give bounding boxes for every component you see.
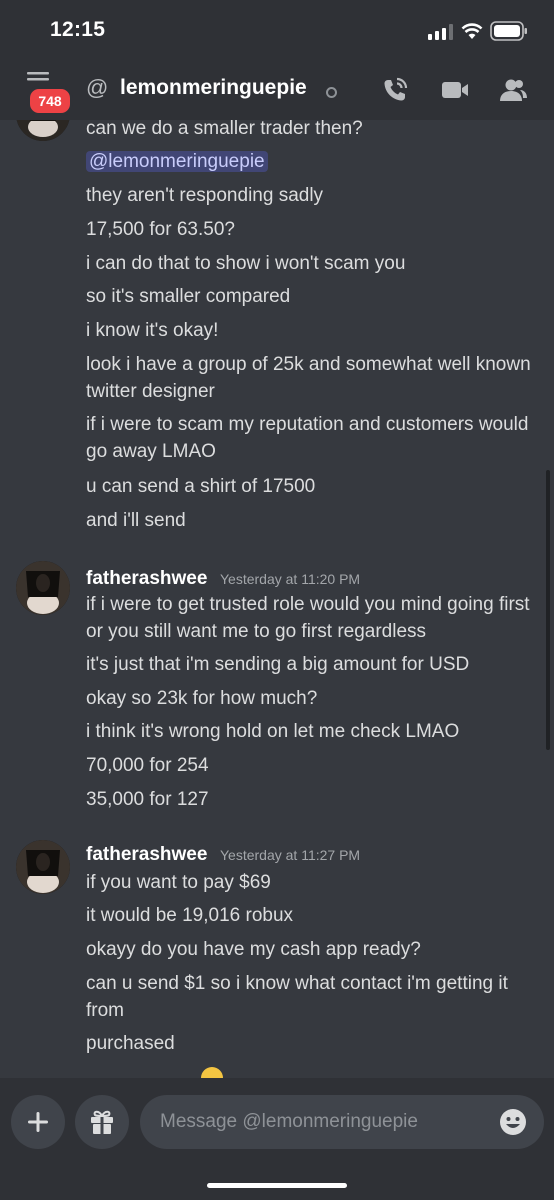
status-offline-icon (326, 87, 337, 98)
message-input-placeholder: Message @lemonmeringuepie (160, 1111, 418, 1132)
message-author[interactable]: fatherashwee (86, 843, 207, 867)
message-line: if i were to scam my reputation and cust… (86, 414, 529, 462)
channel-header: 748 @ lemonmeringuepie (0, 62, 554, 120)
cellular-signal-icon (428, 24, 453, 40)
message-line: i can do that to show i won't scam you (86, 253, 406, 274)
gift-button[interactable] (75, 1095, 129, 1149)
message-line: can u send $1 so i know what contact i'm… (86, 973, 508, 1021)
message-line: i think it's wrong hold on let me check … (86, 721, 460, 742)
avatar[interactable] (16, 561, 70, 615)
unread-badge: 748 (27, 86, 73, 116)
emoji-icon[interactable] (498, 1107, 528, 1137)
message-line: 35,000 for 127 (86, 789, 209, 810)
message-input[interactable]: Message @lemonmeringuepie (140, 1095, 544, 1149)
composer-bar: Message @lemonmeringuepie (0, 1078, 554, 1200)
message-line: u can send a shirt of 17500 (86, 476, 316, 497)
avatar[interactable] (16, 120, 70, 141)
video-camera-icon[interactable] (440, 75, 470, 105)
message-timestamp: Yesterday at 11:20 PM (220, 571, 361, 587)
message-line: it's just that i'm sending a big amount … (86, 654, 470, 675)
avatar[interactable] (16, 840, 70, 894)
message-line: can we do a smaller trader then? (86, 120, 363, 139)
message-list[interactable]: can we do a smaller trader then? @lemonm… (0, 120, 554, 1078)
gift-icon (91, 1110, 113, 1134)
message-line: so it's smaller compared (86, 286, 291, 307)
status-time: 12:15 (50, 18, 106, 41)
message-line: look i have a group of 25k and somewhat … (86, 354, 531, 402)
members-icon[interactable] (498, 75, 528, 105)
message-author[interactable]: fatherashwee (86, 567, 207, 591)
user-mention[interactable]: @lemonmeringuepie (86, 151, 268, 172)
message-line: i know it's okay! (86, 320, 219, 341)
emoji-partial-icon (201, 1067, 223, 1078)
status-bar: 12:15 (0, 0, 554, 62)
at-icon: @ (86, 75, 109, 100)
battery-icon (490, 21, 527, 41)
message-line: 70,000 for 254 (86, 755, 209, 776)
message-line: and i'll send (86, 510, 186, 531)
message-line: if i were to get trusted role would you … (86, 594, 530, 642)
home-indicator[interactable] (207, 1183, 347, 1188)
message-line: @lemonmeringuepie (86, 148, 536, 175)
scrollbar[interactable] (546, 470, 550, 750)
message-line: okay so 23k for how much? (86, 688, 318, 709)
message-line: 17,500 for 63.50? (86, 219, 235, 240)
message-line: it would be 19,016 robux (86, 905, 294, 926)
message-timestamp: Yesterday at 11:27 PM (220, 847, 361, 863)
wifi-icon (461, 23, 483, 39)
add-attachment-button[interactable] (11, 1095, 65, 1149)
plus-icon (28, 1112, 48, 1132)
message-line: okayy do you have my cash app ready? (86, 939, 421, 960)
message-line: purchased (86, 1033, 175, 1054)
dm-username[interactable]: lemonmeringuepie (120, 76, 307, 100)
message-line: if you want to pay $69 (86, 872, 271, 893)
message-line: they aren't responding sadly (86, 185, 324, 206)
phone-call-icon[interactable] (380, 75, 410, 105)
